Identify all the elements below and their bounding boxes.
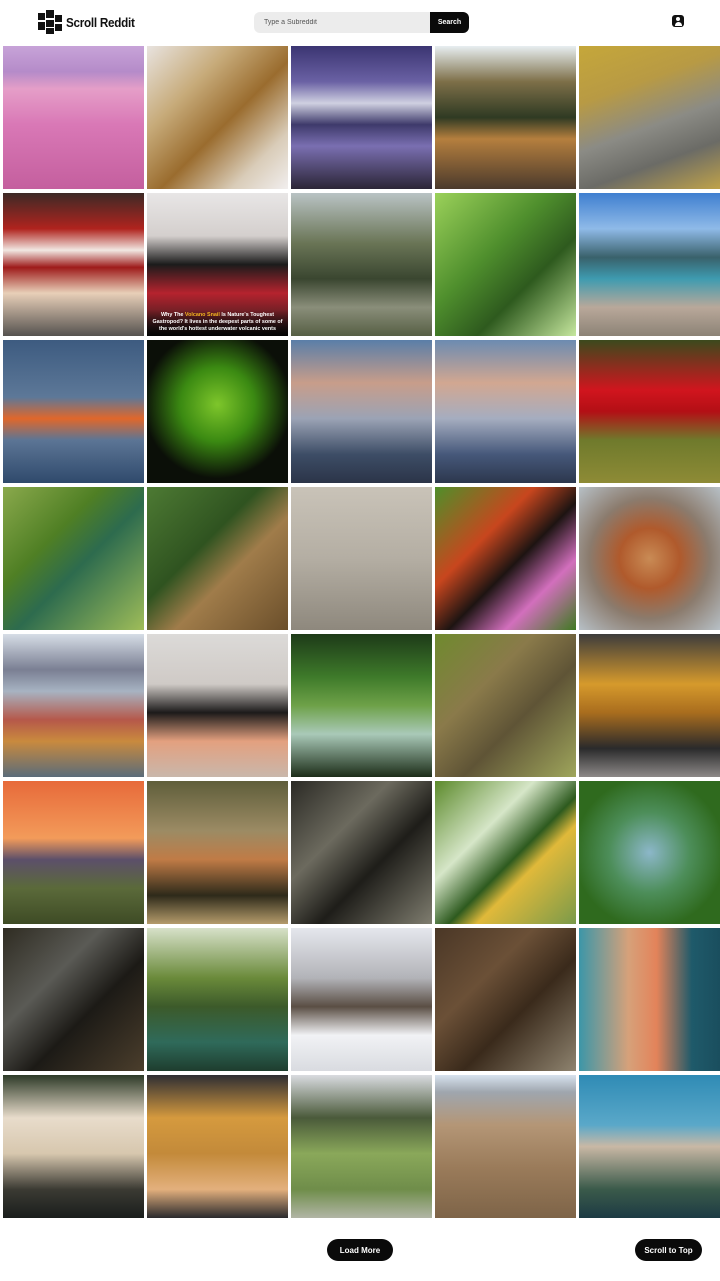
photo-pink-blossom-valley-mountain[interactable] <box>3 46 144 189</box>
photo-green-leaves[interactable] <box>435 193 576 336</box>
header: Scroll Reddit Search <box>0 0 720 44</box>
photo-bumblebee-leaves[interactable] <box>435 781 576 924</box>
photo-red-slug-moss[interactable] <box>579 340 720 483</box>
photo-jumping-spider[interactable] <box>579 487 720 630</box>
photo-amur-leopard[interactable] <box>147 46 288 189</box>
photo-orange-octopus-water[interactable] <box>3 340 144 483</box>
app-title: Scroll Reddit <box>66 14 135 30</box>
photo-jaguar-collage[interactable] <box>147 487 288 630</box>
photo-pallas-cat[interactable] <box>579 46 720 189</box>
photo-peacock-butterfly[interactable] <box>435 487 576 630</box>
photo-spider-web-ceiling[interactable] <box>291 487 432 630</box>
photo-rainbow-sky-a[interactable] <box>291 340 432 483</box>
photo-sunset-grassland[interactable] <box>3 781 144 924</box>
photo-caption: Why The Volcano Snail Is Nature's Toughe… <box>147 309 288 336</box>
photo-mossy-waterfall[interactable] <box>291 634 432 777</box>
photo-bear-snow-fish[interactable] <box>291 928 432 1071</box>
image-grid: Why The Volcano Snail Is Nature's Toughe… <box>3 46 720 1218</box>
account-icon[interactable] <box>672 15 684 27</box>
photo-mountain-lake-reflection[interactable] <box>291 46 432 189</box>
search-button[interactable]: Search <box>430 12 469 33</box>
photo-grass-rocks[interactable] <box>291 1075 432 1218</box>
photo-sunset-river-forest[interactable] <box>435 46 576 189</box>
photo-rainbow-sky-b[interactable] <box>435 340 576 483</box>
photo-hand-holding-reptiles[interactable] <box>147 634 288 777</box>
photo-volcano-snail[interactable]: Why The Volcano Snail Is Nature's Toughe… <box>147 193 288 336</box>
photo-armadillo-balls[interactable] <box>147 1075 288 1218</box>
photo-bird-river-splash[interactable] <box>147 928 288 1071</box>
photo-owl-in-pine-tree[interactable] <box>291 193 432 336</box>
scroll-to-top-button[interactable]: Scroll to Top <box>635 1239 702 1261</box>
load-more-button[interactable]: Load More <box>327 1239 393 1261</box>
photo-green-katydid[interactable] <box>147 340 288 483</box>
photo-shrimp-underwater[interactable] <box>579 781 720 924</box>
photo-sea-lion-underwater[interactable] <box>579 1075 720 1218</box>
photo-colorful-pebbles-lake[interactable] <box>3 634 144 777</box>
photo-sand-dune-coast[interactable] <box>579 928 720 1071</box>
photo-great-grey-owl[interactable] <box>3 928 144 1071</box>
photo-crocodile-head[interactable] <box>291 781 432 924</box>
photo-spirit-bear[interactable] <box>3 1075 144 1218</box>
photo-agate-slice[interactable] <box>3 193 144 336</box>
app-logo[interactable]: Scroll Reddit <box>38 10 142 34</box>
photo-lizard-in-water[interactable] <box>147 781 288 924</box>
photo-orange-lobster-hand[interactable] <box>579 634 720 777</box>
photo-blue-damselfly[interactable] <box>3 487 144 630</box>
photo-alpine-lake[interactable] <box>579 193 720 336</box>
photo-tire-tracks-field[interactable] <box>435 1075 576 1218</box>
logo-grid-icon <box>38 10 62 34</box>
subreddit-search-input[interactable] <box>254 12 430 33</box>
search-bar: Search <box>254 12 469 33</box>
photo-tree-root-soil[interactable] <box>435 928 576 1071</box>
photo-barred-owl[interactable] <box>435 634 576 777</box>
